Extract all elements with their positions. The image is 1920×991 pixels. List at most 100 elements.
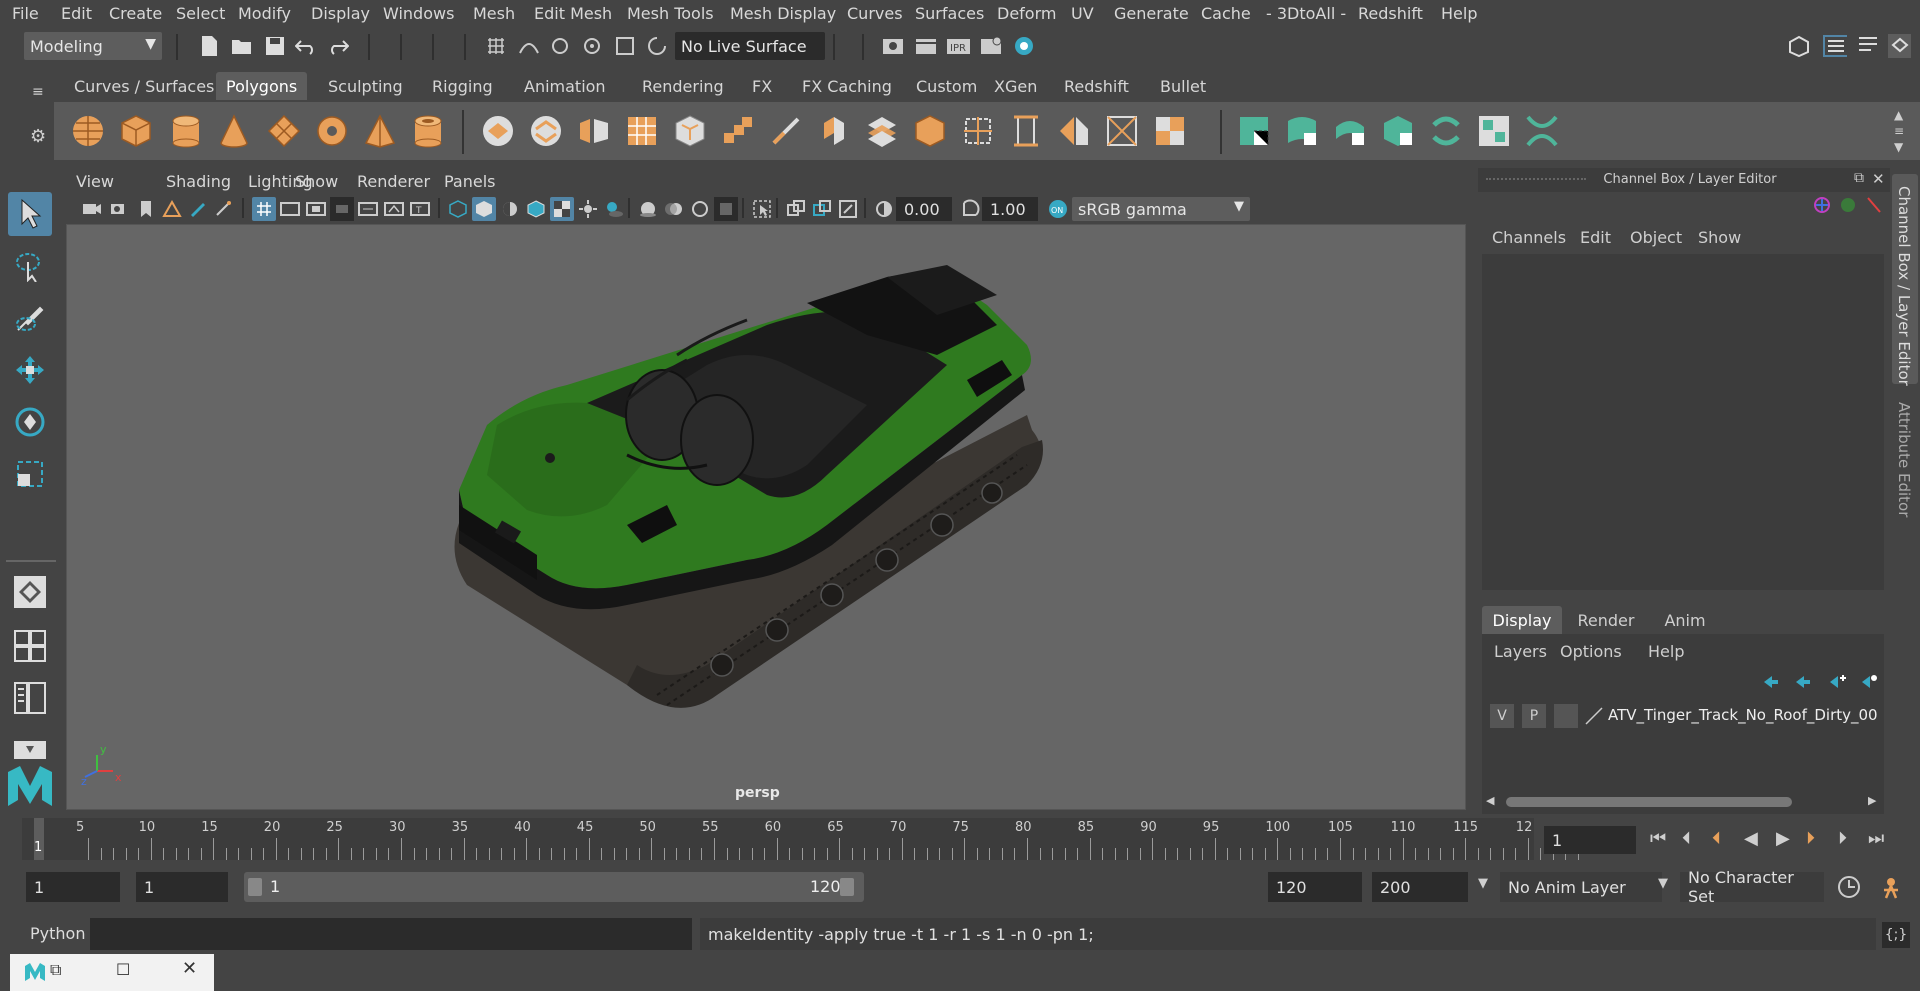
exposure-icon[interactable] [872, 197, 896, 221]
gamma-icon[interactable] [958, 197, 982, 221]
shelf-tab-rendering[interactable]: Rendering [632, 72, 734, 100]
append-polygon-icon[interactable] [958, 111, 998, 151]
snap-curve-icon[interactable] [517, 34, 541, 58]
playback-start-field[interactable]: 1 [136, 872, 228, 902]
rotate-tool-icon[interactable] [8, 400, 52, 444]
layer-name[interactable]: ATV_Tinger_Track_No_Roof_Dirty_00 [1608, 706, 1878, 724]
gate-mask-icon[interactable] [330, 197, 354, 221]
safe-title-icon[interactable]: T [408, 197, 432, 221]
close-icon[interactable]: ✕ [1872, 170, 1885, 188]
layer-tab-display[interactable]: Display [1482, 606, 1562, 634]
camera-icon[interactable] [80, 197, 104, 221]
animation-start-field[interactable]: 1 [26, 872, 120, 902]
offset-edge-loop-icon[interactable] [910, 111, 950, 151]
field-chart-icon[interactable] [356, 197, 380, 221]
color-space-dropdown[interactable]: sRGB gamma ▼ [1072, 197, 1250, 221]
fill-hole-icon[interactable] [1006, 111, 1046, 151]
menu-deform[interactable]: Deform [997, 4, 1056, 23]
close-icon[interactable]: ✕ [182, 958, 197, 979]
mirror-icon[interactable] [1054, 111, 1094, 151]
smooth-shade-icon[interactable] [472, 197, 496, 221]
redo-icon[interactable] [326, 34, 350, 58]
uv-cylindrical-icon[interactable] [1282, 111, 1322, 151]
depth-of-field-icon[interactable] [714, 197, 738, 221]
shelf-scroll[interactable]: ▲ ≡ ▼ [1892, 106, 1910, 158]
single-perspective-layout-icon[interactable] [8, 570, 52, 614]
menu-help[interactable]: Help [1441, 4, 1477, 23]
render-frame-icon[interactable] [914, 34, 938, 58]
layer-display-type-toggle[interactable] [1554, 704, 1578, 728]
menu-edit-mesh[interactable]: Edit Mesh [534, 4, 612, 23]
script-editor-icon[interactable]: {;} [1882, 922, 1910, 948]
extract-icon[interactable] [574, 111, 614, 151]
character-set-field[interactable]: No Character Set [1680, 868, 1824, 906]
shelf-tab-custom[interactable]: Custom [906, 72, 987, 100]
undo-icon[interactable] [294, 34, 318, 58]
step-back-frame-icon[interactable]: ⏴︎ [1682, 828, 1691, 849]
channel-object-menu[interactable]: Object [1630, 228, 1682, 247]
make-live-icon[interactable] [645, 34, 669, 58]
open-scene-icon[interactable] [230, 34, 254, 58]
attribute-editor-toggle-icon[interactable] [1856, 34, 1880, 58]
paint-select-tool-icon[interactable] [8, 296, 52, 340]
shelf-tab-xgen[interactable]: XGen [984, 72, 1047, 100]
poly-torus-icon[interactable] [312, 111, 352, 151]
layer-help-menu[interactable]: Help [1648, 642, 1684, 661]
gamma-field[interactable]: 1.00 [982, 197, 1038, 221]
auto-key-icon[interactable] [1836, 874, 1862, 900]
menu-redshift[interactable]: Redshift [1358, 4, 1423, 23]
mode-dropdown[interactable]: Modeling ▼ [24, 32, 162, 60]
grid-toggle-icon[interactable] [252, 197, 276, 221]
viewport-menu-show[interactable]: Show [295, 172, 338, 191]
film-gate-icon[interactable] [278, 197, 302, 221]
shelf-tab-sculpting[interactable]: Sculpting [318, 72, 413, 100]
shelf-tab-animation[interactable]: Animation [514, 72, 616, 100]
isolate-select-icon[interactable] [750, 197, 774, 221]
float-panel-icon[interactable]: ⧉ [1854, 170, 1864, 186]
layer-tab-anim[interactable]: Anim [1650, 606, 1720, 634]
multi-cut-icon[interactable] [766, 111, 806, 151]
hypershade-icon[interactable] [1012, 34, 1036, 58]
lasso-tool-icon[interactable] [8, 244, 52, 288]
modeling-toolkit-icon[interactable] [1887, 34, 1911, 58]
save-scene-icon[interactable] [263, 34, 287, 58]
bookmark-icon[interactable] [134, 197, 158, 221]
image-plane-icon[interactable] [160, 197, 184, 221]
menu-display[interactable]: Display [311, 4, 370, 23]
uv-automatic-icon[interactable] [1378, 111, 1418, 151]
go-to-start-icon[interactable]: ⏮ [1650, 828, 1666, 849]
merge-icon[interactable] [1150, 111, 1190, 151]
poly-cube-icon[interactable] [116, 111, 156, 151]
layer-color-swatch-icon[interactable] [1584, 706, 1604, 726]
poly-plane-icon[interactable] [264, 111, 304, 151]
snap-point-icon[interactable] [548, 34, 572, 58]
shelf-tab-bullet[interactable]: Bullet [1150, 72, 1216, 100]
command-language-toggle[interactable]: Python [30, 924, 85, 943]
bevel-icon[interactable] [670, 111, 710, 151]
poly-cylinder-icon[interactable] [166, 111, 206, 151]
poly-sphere-icon[interactable] [68, 111, 108, 151]
xray-icon[interactable] [784, 197, 808, 221]
menu-mesh-tools[interactable]: Mesh Tools [627, 4, 714, 23]
layer-row[interactable]: V P ATV_Tinger_Track_No_Roof_Dirty_00 [1486, 702, 1880, 730]
range-slider[interactable]: 1 120 [244, 872, 864, 902]
snap-live-icon[interactable] [613, 34, 637, 58]
layer-hscrollbar[interactable]: ◀ ▶ [1486, 794, 1880, 810]
snap-grid-icon[interactable] [484, 34, 508, 58]
step-back-key-icon[interactable]: ⏴︎ [1712, 828, 1721, 849]
menu-create[interactable]: Create [109, 4, 162, 23]
bridge-icon[interactable] [718, 111, 758, 151]
new-scene-icon[interactable] [197, 34, 221, 58]
2d-pan-zoom-icon[interactable] [212, 197, 236, 221]
menu-curves[interactable]: Curves [847, 4, 903, 23]
command-input[interactable] [90, 918, 692, 950]
live-surface-field[interactable]: No Live Surface [675, 32, 825, 60]
separate-icon[interactable] [526, 111, 566, 151]
chevron-down-icon[interactable]: ▼ [1658, 876, 1668, 891]
shelf-menu-handle[interactable]: ≡ ⚙ [24, 74, 50, 154]
menu-modify[interactable]: Modify [238, 4, 291, 23]
exposure-field[interactable]: 0.00 [896, 197, 952, 221]
layer-tab-render[interactable]: Render [1566, 606, 1646, 634]
channels-menu[interactable]: Channels [1492, 228, 1566, 247]
select-tool-icon[interactable] [8, 192, 52, 236]
